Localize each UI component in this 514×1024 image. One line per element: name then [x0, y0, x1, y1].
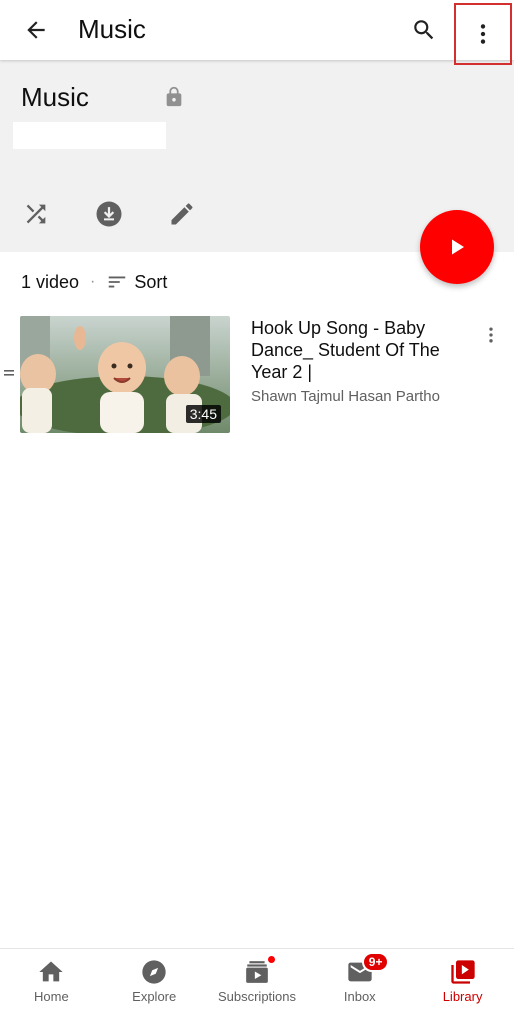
- drag-handle-icon[interactable]: [4, 368, 14, 378]
- video-duration: 3:45: [185, 405, 221, 423]
- inbox-badge: 9+: [361, 952, 390, 972]
- download-icon: [96, 201, 122, 227]
- playlist-meta-redacted: [13, 122, 166, 149]
- back-button[interactable]: [18, 12, 54, 48]
- play-all-button[interactable]: [420, 210, 494, 284]
- nav-inbox[interactable]: 9+ Inbox: [308, 949, 411, 1012]
- video-title[interactable]: Hook Up Song - Baby Dance_ Student Of Th…: [251, 317, 471, 383]
- edit-icon: [171, 203, 193, 225]
- list-item[interactable]: 3:45 Hook Up Song - Baby Dance_ Student …: [0, 316, 514, 434]
- nav-library-label: Library: [442, 989, 483, 1004]
- video-channel[interactable]: Shawn Tajmul Hasan Partho: [251, 388, 440, 405]
- nav-home[interactable]: Home: [0, 949, 103, 1012]
- sort-button[interactable]: Sort: [106, 271, 167, 293]
- compass-icon: [139, 957, 169, 987]
- sort-label: Sort: [134, 271, 168, 292]
- shuffle-button[interactable]: [19, 197, 53, 231]
- nav-inbox-label: Inbox: [343, 989, 376, 1004]
- subscriptions-icon: [242, 955, 276, 987]
- more-vert-icon: [480, 24, 486, 44]
- separator-dot: ·: [90, 273, 96, 290]
- video-more-button[interactable]: [478, 320, 504, 350]
- video-thumbnail[interactable]: 3:45: [20, 316, 230, 433]
- page-title: Music: [78, 14, 146, 44]
- bottom-navigation: Home Explore Subscriptions 9+ Inbox Libr…: [0, 948, 514, 1012]
- nav-subscriptions[interactable]: Subscriptions: [206, 949, 309, 1012]
- nav-explore[interactable]: Explore: [103, 949, 206, 1012]
- search-icon: [414, 20, 434, 40]
- edit-button[interactable]: [165, 197, 199, 231]
- search-button[interactable]: [406, 12, 442, 48]
- sort-icon: [109, 276, 126, 288]
- lock-icon: [163, 86, 185, 108]
- video-count: 1 video: [21, 271, 80, 292]
- more-vert-icon: [489, 327, 493, 343]
- arrow-back-icon: [27, 21, 45, 39]
- home-icon: [36, 957, 66, 987]
- video-count-row: 1 video · Sort: [21, 270, 167, 294]
- nav-library[interactable]: Library: [411, 949, 514, 1012]
- download-button[interactable]: [92, 197, 126, 231]
- nav-home-label: Home: [34, 989, 69, 1004]
- top-app-bar: Music: [0, 0, 514, 65]
- nav-explore-label: Explore: [132, 989, 177, 1004]
- nav-subscriptions-label: Subscriptions: [217, 989, 297, 1004]
- library-icon: [448, 957, 478, 987]
- more-options-button[interactable]: [454, 3, 512, 65]
- mail-icon: 9+: [345, 952, 390, 987]
- notification-dot: [266, 955, 276, 964]
- shuffle-icon: [26, 204, 46, 224]
- playlist-title: Music: [21, 82, 89, 112]
- play-icon: [452, 239, 464, 255]
- system-nav-area: [0, 1012, 514, 1024]
